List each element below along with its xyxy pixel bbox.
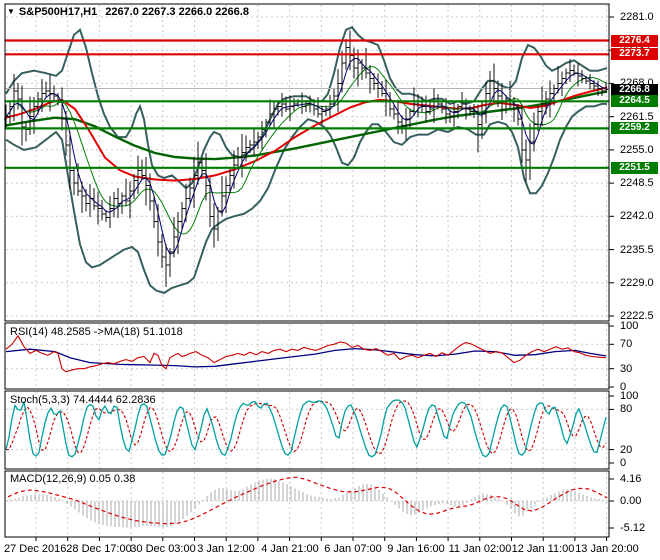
time-axis-label: 28 Dec 17:00	[66, 543, 132, 555]
stoch-indicator-label: Stoch(5,3,3) 74.4444 62.2836	[10, 394, 156, 406]
price-axis[interactable]: 2281.02274.52268.02261.52255.02248.52242…	[610, 0, 660, 538]
price-axis-label: 2255.0	[620, 144, 654, 156]
rsi-indicator-label: RSI(14) 48.2585 ->MA(18) 51.1018	[10, 326, 183, 338]
indicator-axis-label: -5.12	[620, 522, 646, 534]
indicator-axis-label: 100	[620, 390, 639, 402]
level-price-tag: 2273.7	[611, 48, 658, 60]
indicator-axis-label: 100	[620, 320, 639, 332]
time-axis-label: 12 Jan 11:00	[511, 543, 575, 555]
price-axis-label: 2242.0	[620, 210, 654, 222]
symbol-title: S&P500H17,H1	[18, 6, 98, 18]
time-axis-label: 9 Jan 16:00	[387, 543, 445, 555]
time-axis-label: 6 Jan 07:00	[324, 543, 382, 555]
price-axis-label: 2235.5	[620, 244, 654, 256]
trading-chart-window: ▼ S&P500H17,H1 2267.0 2267.3 2266.0 2266.8…	[0, 0, 660, 560]
level-price-tag: 2259.2	[611, 122, 658, 134]
time-axis-label: 11 Jan 02:00	[448, 543, 512, 555]
gridlines	[6, 5, 608, 536]
indicator-axis-label: 4.16	[620, 473, 642, 485]
price-axis-label: 2281.0	[620, 11, 654, 23]
indicator-axis-label: 0	[620, 457, 627, 469]
time-axis-label: 13 Jan 20:00	[575, 543, 639, 555]
level-price-tag: 2276.4	[611, 35, 658, 47]
indicator-axis-label: 0.00	[620, 495, 642, 507]
time-axis-label: 3 Jan 12:00	[197, 543, 255, 555]
time-axis-label: 30 Dec 03:00	[130, 543, 196, 555]
indicator-axis-label: 20	[620, 444, 633, 456]
level-price-tag: 2264.5	[611, 95, 658, 107]
indicator-axis-label: 70	[620, 338, 633, 350]
main-chart-series	[5, 25, 609, 295]
rsi-series	[5, 334, 607, 373]
ohlc-values: 2267.0 2267.3 2266.0 2266.8	[105, 6, 249, 18]
indicator-axis-label: 30	[620, 363, 633, 375]
symbol-marker-icon: ▼	[7, 7, 15, 16]
time-axis-label: 27 Dec 2016	[4, 543, 67, 555]
time-axis[interactable]: 27 Dec 2016 28 Dec 17:00 30 Dec 03:00 3 Jan…	[0, 538, 660, 560]
price-axis-label: 2248.5	[620, 177, 654, 189]
axis-tick-marks	[35, 16, 614, 541]
time-axis-label: 4 Jan 21:00	[261, 543, 319, 555]
level-price-tag: 2251.5	[611, 162, 658, 174]
chart-header: ▼ S&P500H17,H1 2267.0 2267.3 2266.0 2266.8	[7, 6, 249, 18]
price-axis-label: 2229.0	[620, 277, 654, 289]
stoch-series	[5, 399, 607, 458]
macd-indicator-label: MACD(12,26,9) 0.05 0.38	[10, 473, 136, 485]
indicator-axis-label: 80	[620, 403, 633, 415]
candlesticks	[4, 30, 608, 287]
